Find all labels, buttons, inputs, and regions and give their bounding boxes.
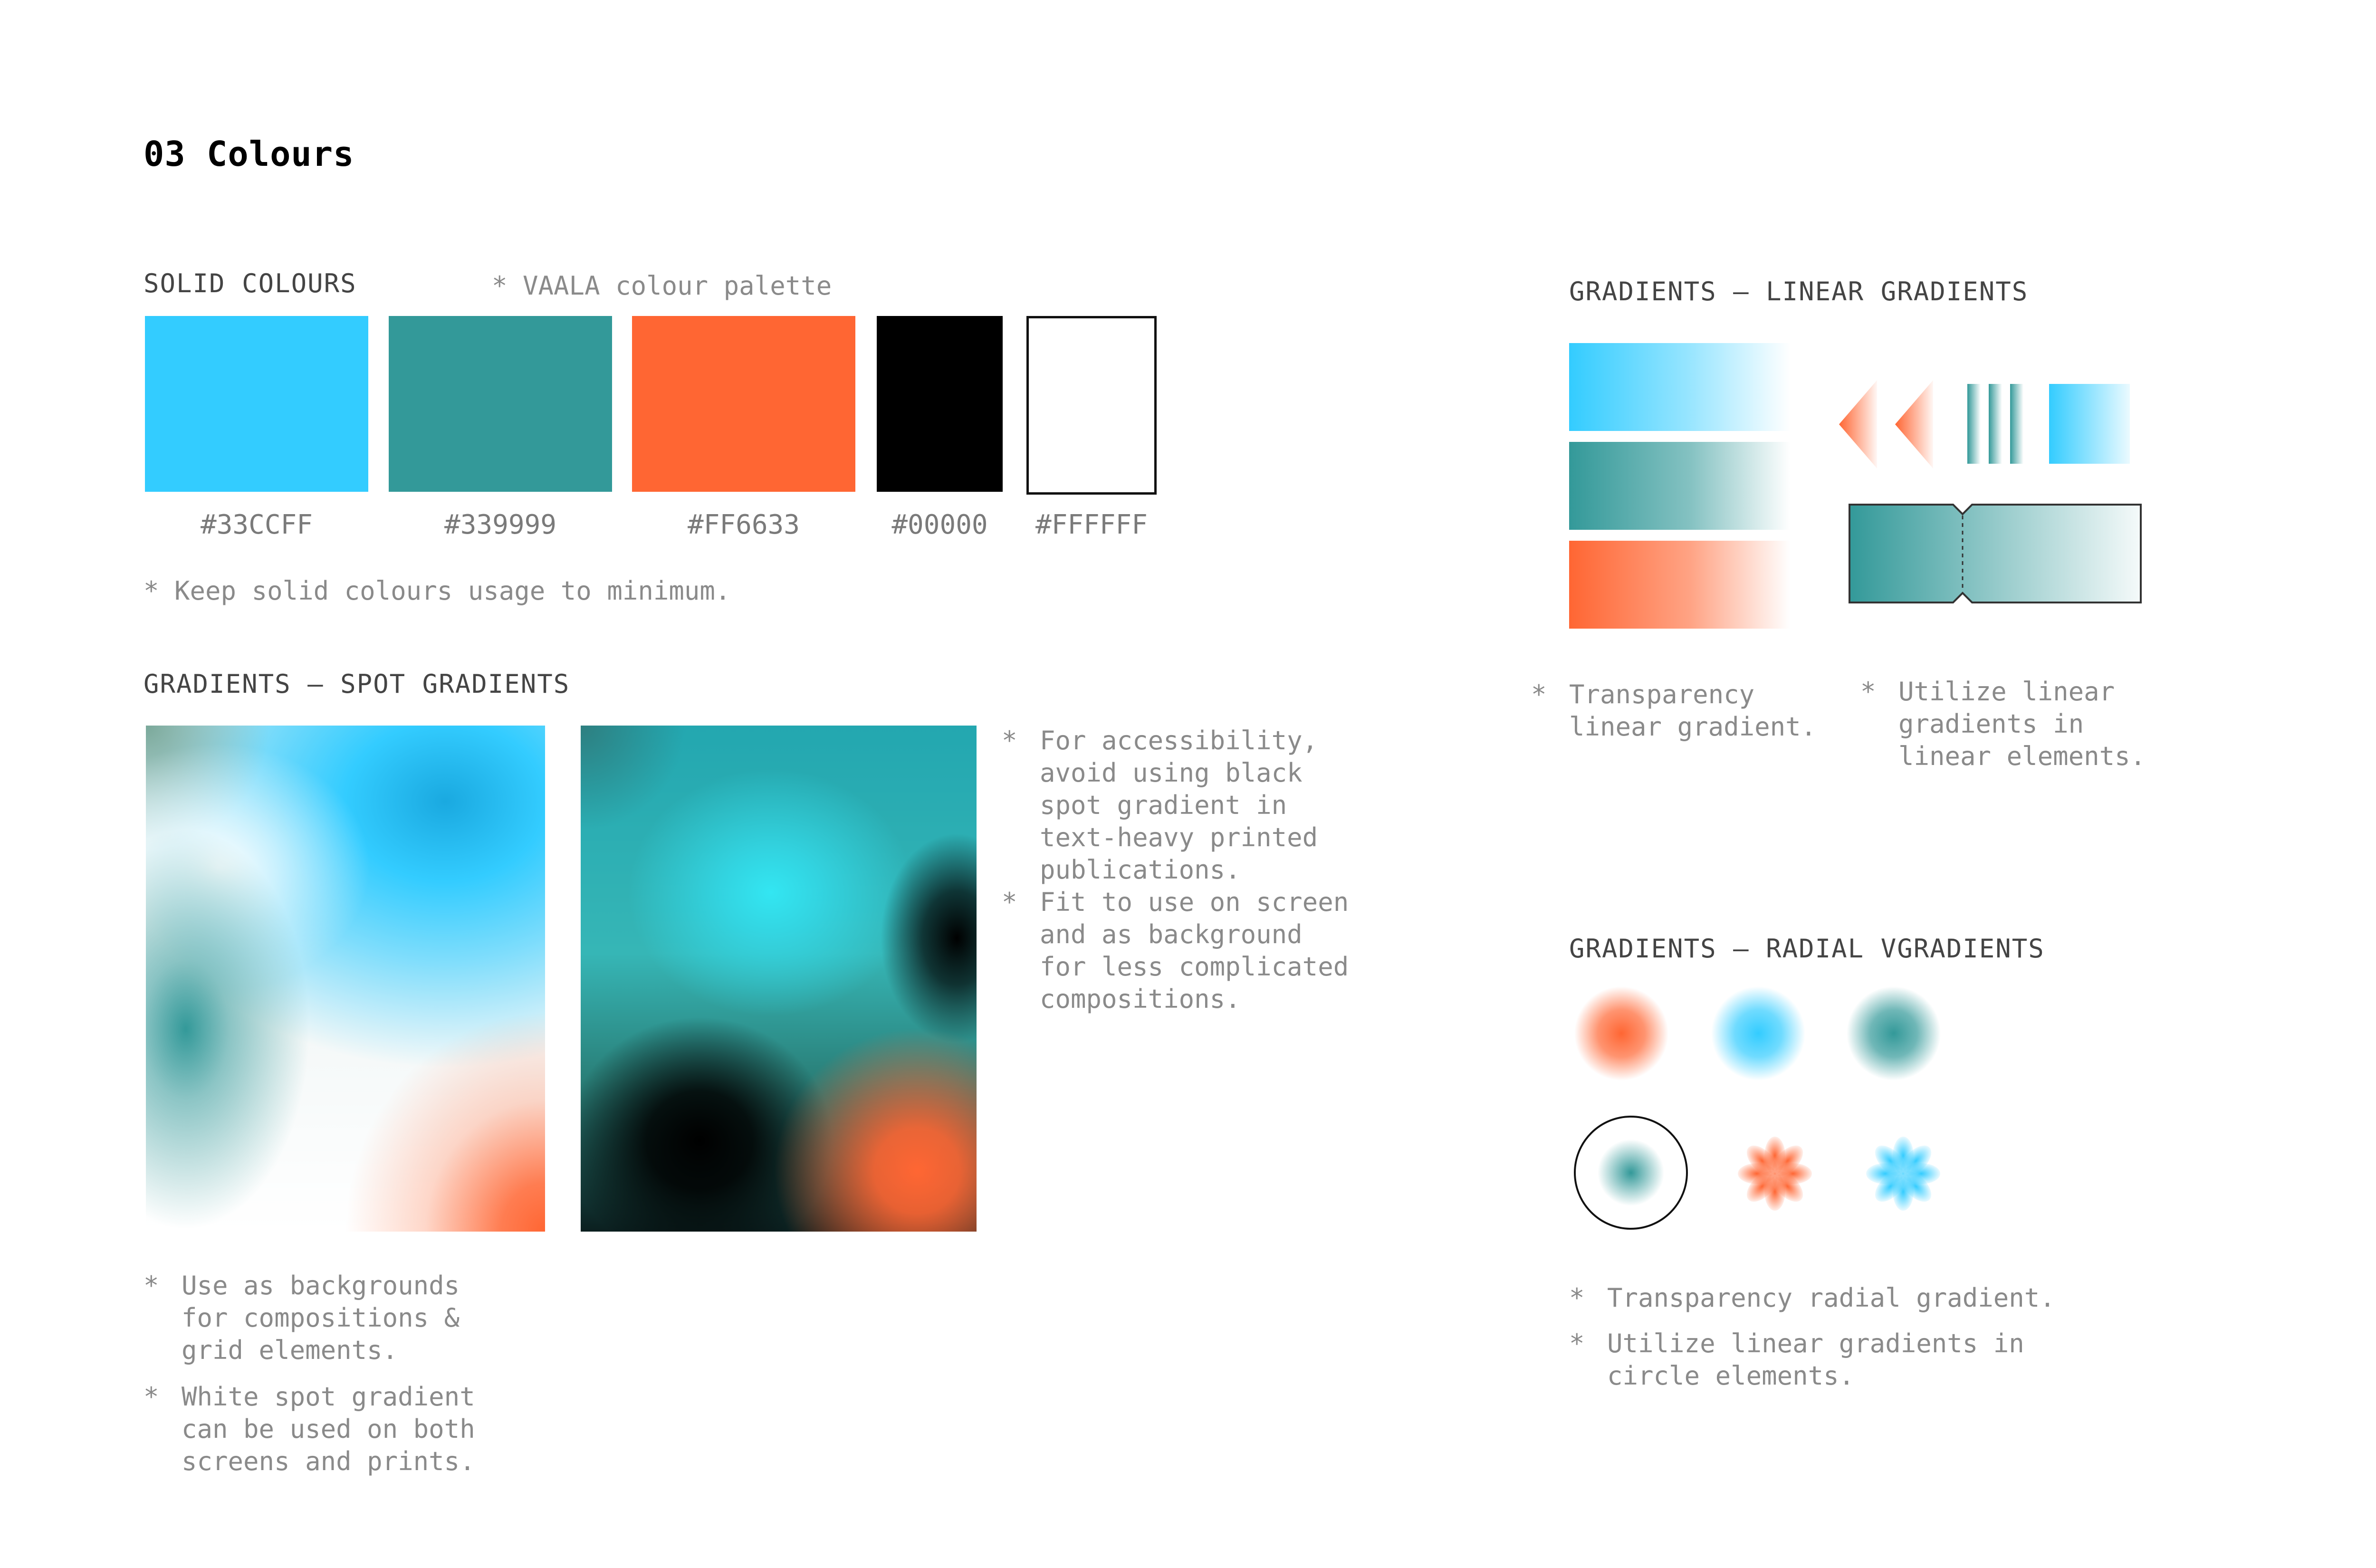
note-line: circle elements. bbox=[1607, 1361, 1855, 1391]
note-line: Transparency radial gradient. bbox=[1607, 1283, 2055, 1313]
flower-cyan-icon bbox=[1866, 1137, 1940, 1211]
note-item: * Transparency radial gradient. bbox=[1569, 1282, 2055, 1314]
note-marker: * bbox=[1569, 1283, 1585, 1313]
note-marker: * bbox=[1569, 1329, 1585, 1358]
radial-teal-in-circle bbox=[1598, 1139, 1664, 1206]
radial-notes: * Transparency radial gradient. * Utiliz… bbox=[1569, 1282, 2055, 1392]
flower-orange-icon bbox=[1738, 1137, 1812, 1211]
note-line: Utilize linear gradients in bbox=[1607, 1329, 2024, 1358]
note-item: * Utilize linear gradients in circle ele… bbox=[1569, 1328, 2055, 1392]
